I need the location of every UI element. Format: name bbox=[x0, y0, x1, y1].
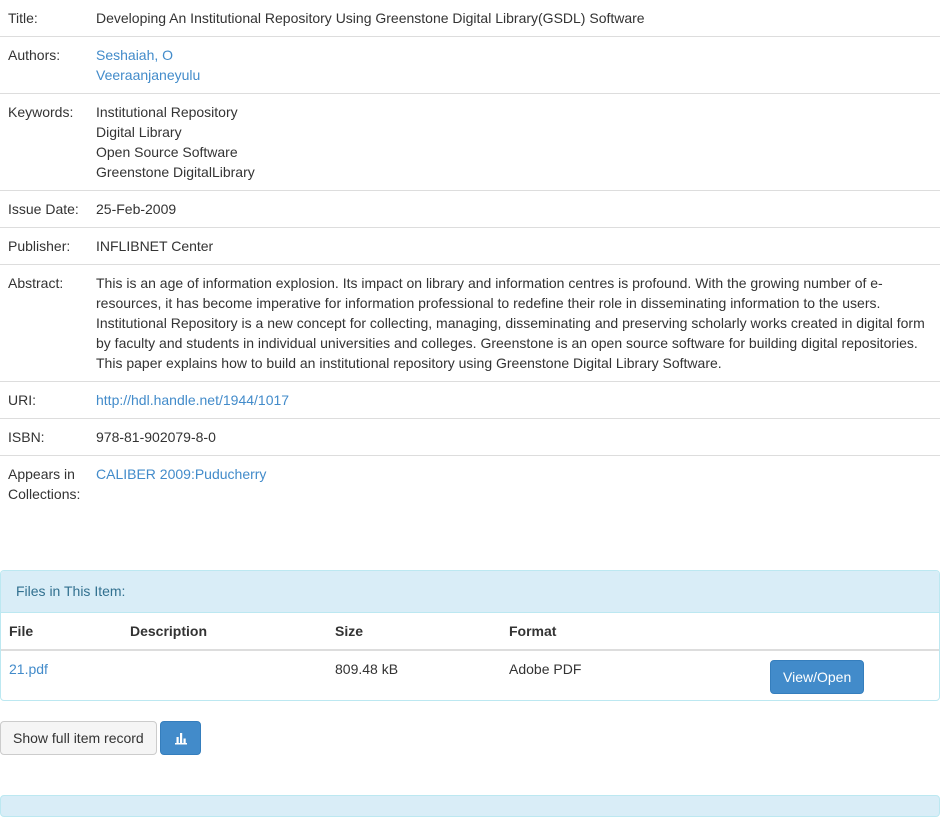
files-table: File Description Size Format 21.pdf 809.… bbox=[1, 613, 939, 700]
keywords-value: Open Source Software bbox=[96, 144, 238, 160]
next-panel-edge bbox=[0, 795, 940, 817]
column-header-description: Description bbox=[122, 613, 327, 651]
file-name-link[interactable]: 21.pdf bbox=[9, 661, 48, 677]
file-format: Adobe PDF bbox=[509, 661, 582, 677]
metadata-value-keywords: Institutional Repository Digital Library O… bbox=[88, 93, 940, 191]
column-header-action bbox=[762, 613, 939, 651]
statistics-button[interactable] bbox=[160, 721, 201, 755]
metadata-value-publisher: INFLIBNET Center bbox=[88, 227, 940, 265]
metadata-label-collections: Appears in Collections: bbox=[8, 466, 81, 502]
metadata-row-collections: Appears in Collections: CALIBER 2009:Pudu… bbox=[0, 456, 940, 513]
file-size: 809.48 kB bbox=[335, 661, 399, 677]
uri-value-link[interactable]: http://hdl.handle.net/1944/1017 bbox=[96, 390, 932, 410]
metadata-value-title: Developing An Institutional Repository U… bbox=[88, 0, 940, 37]
item-metadata-table: Title: Developing An Institutional Reposi… bbox=[0, 0, 940, 512]
keywords-value: Digital Library bbox=[96, 124, 182, 140]
metadata-label-publisher: Publisher: bbox=[0, 227, 88, 265]
view-open-button[interactable]: View/Open bbox=[770, 660, 865, 694]
authors-value-link[interactable]: Veeraanjaneyulu bbox=[96, 65, 932, 85]
files-table-header: File Description Size Format bbox=[1, 613, 939, 651]
collections-value-link[interactable]: CALIBER 2009:Puducherry bbox=[96, 464, 932, 484]
files-panel: Files in This Item: File Description Siz… bbox=[0, 570, 940, 701]
abstract-value: This is an age of information explosion.… bbox=[96, 275, 925, 371]
metadata-row-authors: Authors: Seshaiah, O Veeraanjaneyulu bbox=[0, 36, 940, 94]
issue-date-value: 25-Feb-2009 bbox=[96, 201, 177, 217]
metadata-label-authors: Authors: bbox=[0, 36, 88, 94]
authors-value-link[interactable]: Seshaiah, O bbox=[96, 45, 932, 65]
metadata-value-issue-date: 25-Feb-2009 bbox=[88, 190, 940, 228]
metadata-label-keywords: Keywords: bbox=[0, 93, 88, 191]
title-value: Developing An Institutional Repository U… bbox=[96, 10, 645, 26]
metadata-value-isbn: 978-81-902079-8-0 bbox=[88, 418, 940, 456]
show-full-record-button[interactable]: Show full item record bbox=[0, 721, 157, 755]
keywords-value: Greenstone DigitalLibrary bbox=[96, 164, 255, 180]
metadata-label-title: Title: bbox=[0, 0, 88, 37]
metadata-value-abstract: This is an age of information explosion.… bbox=[88, 264, 940, 382]
publisher-value: INFLIBNET Center bbox=[96, 238, 214, 254]
metadata-value-authors: Seshaiah, O Veeraanjaneyulu bbox=[88, 36, 940, 94]
metadata-label-isbn: ISBN: bbox=[0, 418, 88, 456]
column-header-size: Size bbox=[327, 613, 501, 651]
metadata-row-title: Title: Developing An Institutional Reposi… bbox=[0, 0, 940, 37]
keywords-value: Institutional Repository bbox=[96, 104, 238, 120]
metadata-label-uri: URI: bbox=[0, 381, 88, 419]
metadata-row-uri: URI: http://hdl.handle.net/1944/1017 bbox=[0, 381, 940, 419]
files-panel-heading: Files in This Item: bbox=[1, 571, 939, 613]
metadata-row-isbn: ISBN: 978-81-902079-8-0 bbox=[0, 418, 940, 456]
metadata-row-abstract: Abstract: This is an age of information e… bbox=[0, 264, 940, 382]
column-header-file: File bbox=[1, 613, 122, 651]
metadata-label-issue-date: Issue Date: bbox=[0, 190, 88, 228]
metadata-label-abstract: Abstract: bbox=[0, 264, 88, 382]
column-header-format: Format bbox=[501, 613, 762, 651]
bar-chart-icon bbox=[174, 733, 187, 745]
metadata-row-keywords: Keywords: Institutional Repository Digital… bbox=[0, 93, 940, 191]
metadata-value-uri: http://hdl.handle.net/1944/1017 bbox=[88, 381, 940, 419]
metadata-row-publisher: Publisher: INFLIBNET Center bbox=[0, 227, 940, 265]
metadata-row-issue-date: Issue Date: 25-Feb-2009 bbox=[0, 190, 940, 228]
isbn-value: 978-81-902079-8-0 bbox=[96, 429, 216, 445]
file-row: 21.pdf 809.48 kB Adobe PDF View/Open bbox=[1, 650, 939, 700]
file-description bbox=[122, 650, 327, 700]
metadata-value-collections: CALIBER 2009:Puducherry bbox=[88, 456, 940, 513]
